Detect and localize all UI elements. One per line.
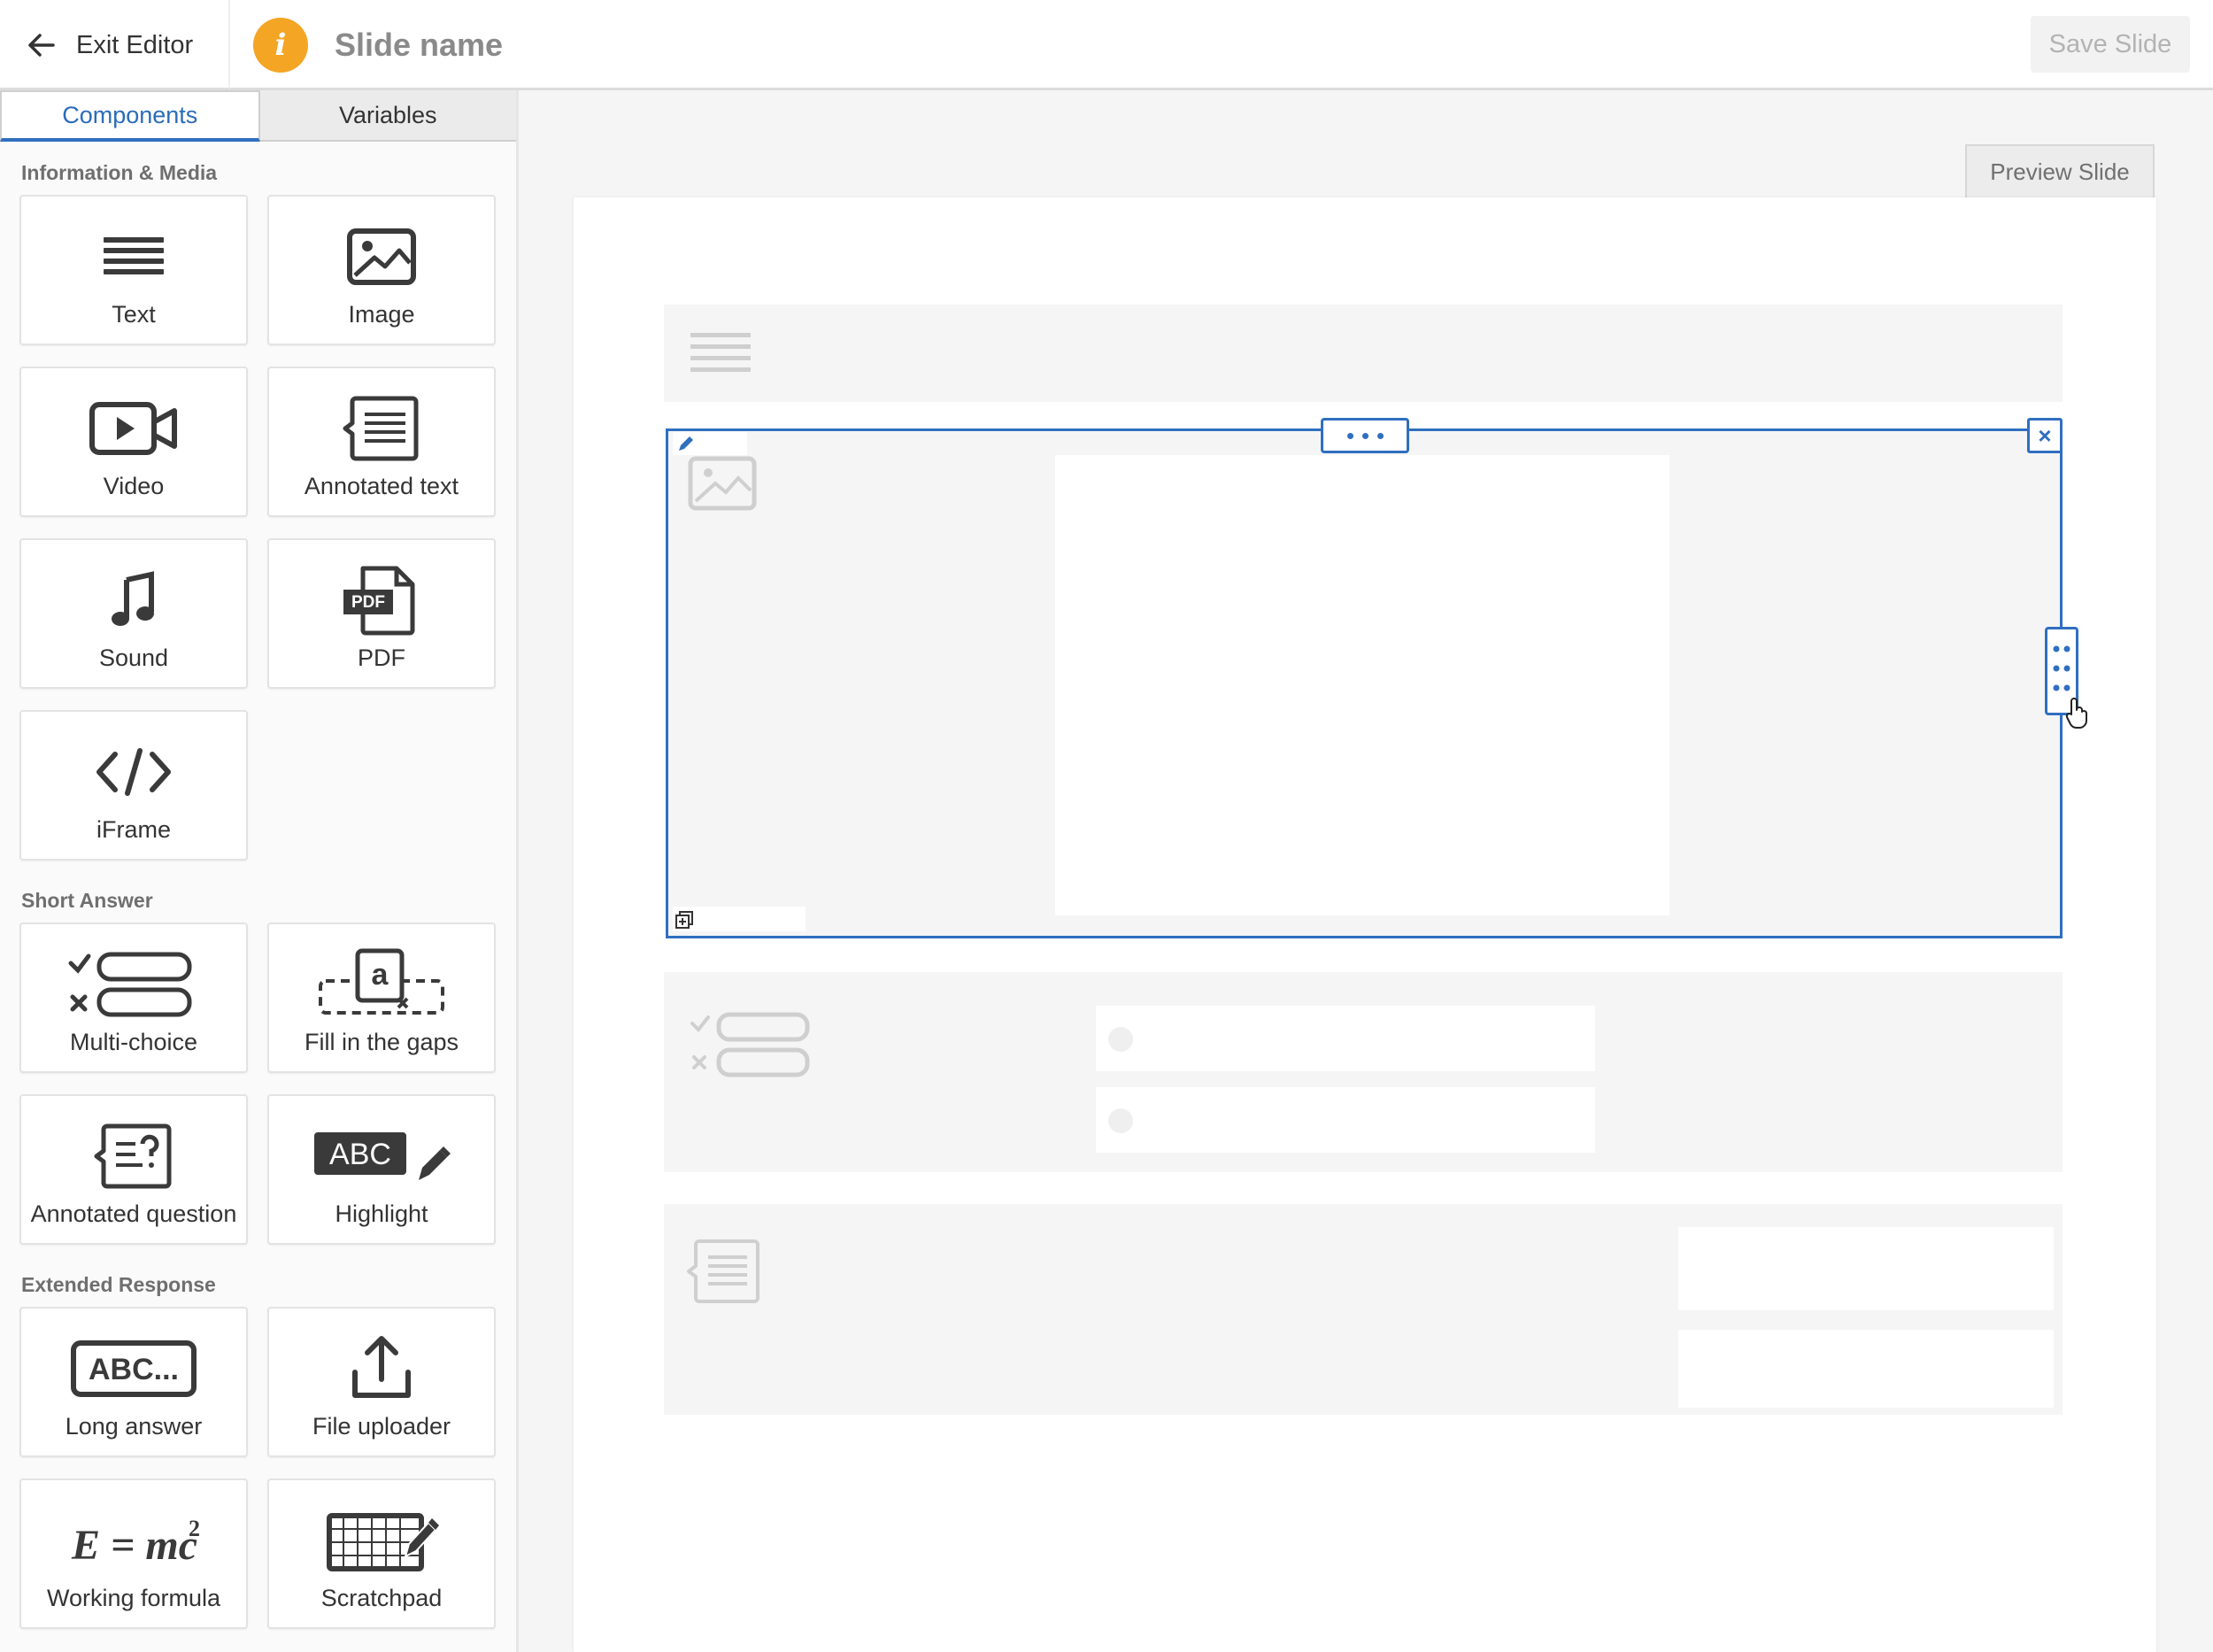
component-label: Image (348, 301, 415, 328)
component-highlight[interactable]: ABC Highlight (267, 1094, 496, 1245)
component-label: Sound (98, 645, 169, 671)
pdf-badge-text: PDF (351, 593, 385, 612)
gap-letter-text: a (372, 958, 389, 992)
component-image[interactable]: Image (267, 195, 496, 345)
component-label: File uploader (312, 1413, 451, 1440)
upload-icon (352, 1336, 411, 1398)
section-short-answer: Short Answer (21, 889, 153, 912)
section-information-media: Information & Media (21, 161, 218, 184)
component-pdf[interactable]: PDF PDF (267, 538, 496, 689)
choice-option (1096, 1087, 1595, 1153)
fill-gaps-icon: a (319, 948, 444, 1015)
scratchpad-icon (327, 1513, 439, 1571)
slide-name-title[interactable]: Slide name (335, 27, 503, 64)
abc-badge-text: ABC (329, 1138, 391, 1171)
choice-option (1096, 1006, 1595, 1071)
component-label: Annotated question (30, 1200, 237, 1227)
image-icon (347, 228, 416, 285)
section-extended-response: Extended Response (21, 1273, 216, 1296)
annotation-placeholder (1678, 1330, 2054, 1408)
component-label: iFrame (96, 816, 171, 843)
component-label: Annotated text (304, 473, 459, 499)
exit-editor-button[interactable]: Exit Editor (27, 21, 193, 69)
component-text[interactable]: Text (19, 195, 248, 345)
component-multi-choice[interactable]: Multi-choice (19, 922, 248, 1073)
text-block[interactable] (664, 305, 2063, 402)
annotated-text-icon (343, 396, 419, 461)
music-note-icon (112, 571, 154, 626)
text-lines-icon (104, 237, 164, 274)
top-bar: Exit Editor i Slide name Save Slide (0, 0, 2213, 90)
component-file-uploader[interactable]: File uploader (267, 1307, 496, 1457)
abc-ellipsis-text: ABC... (89, 1353, 179, 1386)
component-label: Text (112, 301, 156, 328)
annotated-question-icon (94, 1123, 172, 1189)
exit-editor-label: Exit Editor (76, 30, 194, 59)
close-icon[interactable]: × (2027, 418, 2063, 453)
component-label: Highlight (335, 1200, 428, 1227)
component-iframe[interactable]: iFrame (19, 710, 248, 861)
component-label: Fill in the gaps (304, 1029, 459, 1055)
component-video[interactable]: Video (19, 367, 248, 517)
multi-choice-icon (68, 952, 192, 1017)
component-fill-in-the-gaps[interactable]: a Fill in the gaps (267, 922, 496, 1073)
info-icon[interactable]: i (253, 18, 308, 73)
tab-components[interactable]: Components (0, 90, 260, 142)
arrow-left-icon (28, 34, 55, 57)
video-icon (89, 402, 177, 455)
component-annotated-text[interactable]: Annotated text (267, 367, 496, 517)
components-sidebar: Components Variables Information & Media… (0, 90, 519, 1652)
tab-variables[interactable]: Variables (259, 90, 516, 142)
text-lines-icon (690, 333, 751, 372)
selection-frame (666, 428, 2063, 938)
component-long-answer[interactable]: ABC... Long answer (19, 1307, 248, 1457)
component-working-formula[interactable]: E = mc 2 Working formula (19, 1478, 248, 1629)
formula-superscript: 2 (189, 1516, 200, 1541)
formula-icon: E = mc 2 (71, 1516, 200, 1569)
code-icon (96, 748, 171, 796)
component-annotated-question[interactable]: Annotated question (19, 1094, 248, 1245)
multi-choice-icon (690, 1012, 810, 1077)
preview-slide-button[interactable]: Preview Slide (1965, 144, 2155, 197)
hand-cursor-icon (2065, 698, 2087, 730)
formula-text: E = mc (71, 1522, 197, 1569)
component-label: Working formula (46, 1585, 221, 1611)
annotated-text-icon (687, 1239, 760, 1303)
header-divider (228, 0, 230, 89)
pdf-file-icon: PDF (343, 566, 415, 636)
save-slide-button[interactable]: Save Slide (2031, 16, 2190, 73)
radio-placeholder (1108, 1027, 1133, 1052)
annotation-placeholder (1678, 1227, 2054, 1310)
component-label: Video (103, 473, 165, 499)
component-scratchpad[interactable]: Scratchpad (267, 1478, 496, 1629)
long-answer-icon: ABC... (71, 1340, 197, 1397)
component-label: Long answer (65, 1413, 203, 1440)
component-label: Scratchpad (320, 1585, 443, 1611)
multi-choice-block[interactable] (664, 972, 2063, 1172)
component-label: Multi-choice (69, 1029, 198, 1055)
component-sound[interactable]: Sound (19, 538, 248, 689)
highlight-icon: ABC (314, 1132, 451, 1180)
radio-placeholder (1108, 1108, 1133, 1133)
annotated-text-block[interactable] (664, 1204, 2063, 1415)
component-label: PDF (358, 645, 405, 671)
drag-handle-icon[interactable] (1321, 418, 1409, 453)
sidebar-tabs: Components Variables (0, 90, 516, 142)
